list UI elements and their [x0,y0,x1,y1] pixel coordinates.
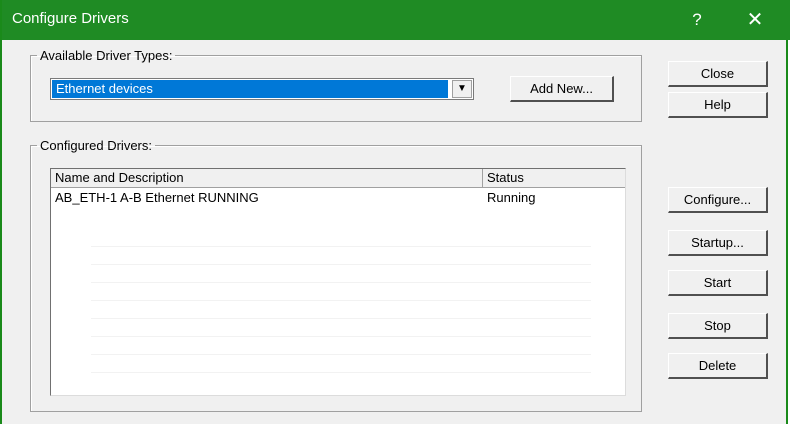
list-empty-area [91,229,591,389]
startup-button[interactable]: Startup... [668,230,768,256]
list-item[interactable]: AB_ETH-1 A-B Ethernet RUNNING Running [51,189,625,207]
driver-name-cell: AB_ETH-1 A-B Ethernet RUNNING [55,190,259,205]
add-new-button[interactable]: Add New... [510,76,614,102]
configured-drivers-list[interactable]: Name and Description Status AB_ETH-1 A-B… [50,168,626,396]
stop-button[interactable]: Stop [668,313,768,339]
list-header: Name and Description Status [51,169,625,188]
help-question-icon[interactable]: ? [674,4,720,36]
window-title: Configure Drivers [12,10,129,27]
help-button[interactable]: Help [668,92,768,118]
available-driver-types-legend: Available Driver Types: [40,48,173,63]
column-header-status[interactable]: Status [483,169,625,187]
driver-type-select[interactable]: Ethernet devices ▼ [50,78,474,100]
title-bar[interactable]: Configure Drivers ? ✕ [2,0,790,40]
column-header-name[interactable]: Name and Description [51,169,483,187]
configure-drivers-dialog: Configure Drivers ? ✕ Available Driver T… [0,0,790,424]
configure-button[interactable]: Configure... [668,187,768,213]
delete-button[interactable]: Delete [668,353,768,379]
driver-type-selected-value[interactable]: Ethernet devices [52,80,448,98]
close-button[interactable]: Close [668,61,768,87]
start-button[interactable]: Start [668,270,768,296]
driver-status-cell: Running [487,190,536,205]
dropdown-arrow-icon[interactable]: ▼ [452,80,472,98]
configured-drivers-legend: Configured Drivers: [40,138,152,153]
close-window-icon[interactable]: ✕ [732,4,778,36]
